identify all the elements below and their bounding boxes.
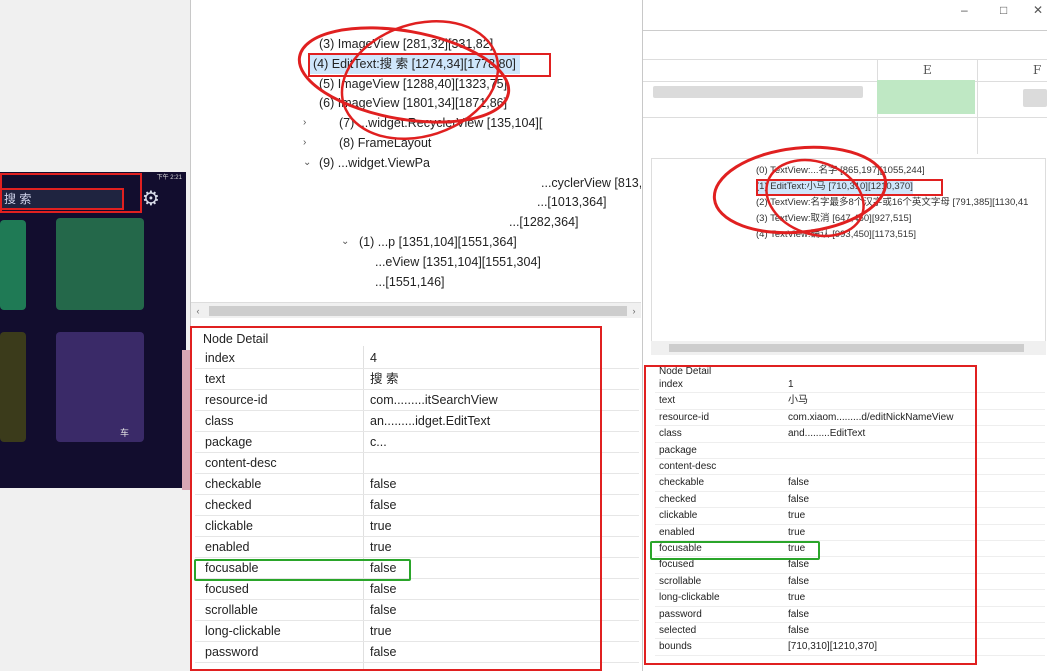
- divider: [643, 81, 1047, 82]
- horizontal-scrollbar[interactable]: ‹ ›: [191, 302, 641, 318]
- tree-node[interactable]: (3) ImageView [281,32][331,82]: [319, 34, 493, 54]
- device-screen[interactable]: 下午 2:21 搜 索 ⚙ 车: [0, 172, 186, 488]
- tree-node[interactable]: (6) ImageView [1801,34][1871,86]: [319, 93, 507, 113]
- device-preview-panel: 下午 2:21 搜 索 ⚙ 车: [0, 0, 190, 671]
- tree-node[interactable]: (8) FrameLayout: [339, 133, 431, 153]
- blurred-region: [1023, 89, 1047, 107]
- divider: [182, 350, 190, 490]
- tree-node[interactable]: (7) ...widget.RecyclerView [135,104][: [339, 113, 542, 133]
- screenshot-scene: 下午 2:21 搜 索 ⚙ 车 (3) ImageView [281,32][3…: [0, 0, 1047, 671]
- scrollbar-thumb[interactable]: [209, 306, 627, 316]
- scrollbar-thumb[interactable]: [669, 344, 1024, 352]
- chevron-down-icon[interactable]: ⌄: [303, 153, 313, 173]
- tree-node[interactable]: (9) ...widget.ViewPa: [319, 153, 430, 173]
- app-tile[interactable]: [0, 332, 26, 442]
- tree-node[interactable]: ...[1551,146]: [375, 272, 445, 292]
- highlight-box: [0, 173, 142, 213]
- divider: [643, 59, 1047, 60]
- tree-node[interactable]: (2) TextView:名字最多8个汉字或16个英文字母 [791,385][…: [756, 195, 1028, 211]
- highlight-box: [650, 541, 820, 560]
- spreadsheet-background: [643, 30, 1047, 155]
- tile-label: 车: [120, 428, 130, 438]
- chevron-right-icon[interactable]: ›: [303, 133, 313, 153]
- close-icon[interactable]: ✕: [1033, 0, 1043, 20]
- scroll-left-icon[interactable]: ‹: [191, 303, 205, 319]
- chevron-down-icon[interactable]: ⌄: [341, 232, 351, 252]
- tree-node[interactable]: ...eView [1351,104][1551,304]: [375, 252, 541, 272]
- chevron-right-icon[interactable]: ›: [303, 113, 313, 133]
- tree-node[interactable]: ...[1282,364]: [509, 212, 579, 232]
- column-header[interactable]: F: [1033, 60, 1041, 80]
- tree-node[interactable]: ...[1013,364]: [537, 192, 607, 212]
- highlight-box: [190, 326, 602, 671]
- app-tile[interactable]: [56, 218, 144, 310]
- blurred-region: [653, 86, 863, 98]
- highlight-box: [308, 53, 551, 77]
- app-tile[interactable]: [56, 332, 144, 442]
- tree-node[interactable]: ...cyclerView [813,1: [541, 173, 641, 193]
- tree-node[interactable]: (1) ...p [1351,104][1551,364]: [359, 232, 517, 252]
- highlight-box: [756, 179, 943, 196]
- app-tile[interactable]: [0, 220, 26, 310]
- column-header[interactable]: E: [923, 60, 932, 80]
- divider: [643, 117, 1047, 118]
- tree-node[interactable]: (0) TextView:...名字 [865,197][1055,244]: [756, 163, 925, 179]
- highlighted-cell[interactable]: [877, 80, 975, 114]
- scroll-right-icon[interactable]: ›: [627, 303, 641, 319]
- horizontal-scrollbar[interactable]: [651, 341, 1046, 355]
- divider: [977, 59, 978, 154]
- tree-node[interactable]: (4) TextView:确认 [993,450][1173,515]: [756, 227, 916, 243]
- maximize-icon[interactable]: □: [1000, 0, 1007, 20]
- highlight-box: [194, 559, 411, 581]
- tree-node[interactable]: (3) TextView:取消 [647,450][927,515]: [756, 211, 911, 227]
- gear-icon[interactable]: ⚙: [140, 188, 162, 210]
- highlight-box: [644, 365, 977, 665]
- minimize-icon[interactable]: –: [961, 0, 968, 20]
